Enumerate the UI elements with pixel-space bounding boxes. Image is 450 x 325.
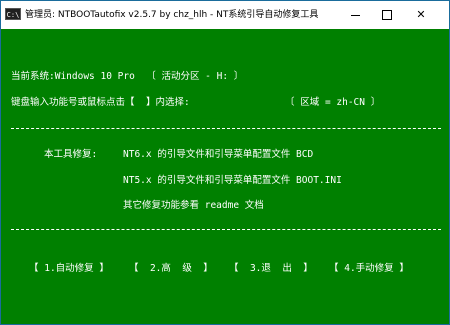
console-window: C:\ 管理员: NTBOOTautofix v2.5.7 by chz_hlh…	[0, 0, 450, 325]
current-system-line: 当前系统:Windows 10 Pro 〔 活动分区 - H: 〕	[11, 71, 244, 82]
maximize-button[interactable]	[371, 1, 403, 29]
menu-auto-repair[interactable]: 【 1.自动修复 】	[29, 263, 109, 275]
menu-exit[interactable]: 【 3.退 出 】	[229, 263, 313, 275]
menu-advanced[interactable]: 【 2.高 级 】	[129, 263, 213, 275]
maximize-icon	[382, 10, 392, 20]
title-bar[interactable]: C:\ 管理员: NTBOOTautofix v2.5.7 by chz_hlh…	[1, 1, 449, 29]
close-icon: ✕	[416, 8, 426, 21]
console-app-icon: C:\	[5, 8, 21, 20]
menu-manual-repair[interactable]: 【 4.手动修复 】	[329, 263, 409, 275]
close-button[interactable]: ✕	[405, 1, 437, 29]
minimize-button[interactable]	[339, 1, 371, 29]
minimize-icon	[350, 14, 360, 16]
repair-label: 本工具修复:	[44, 149, 98, 160]
repair-other-line: 其它修复功能参看 readme 文档	[123, 200, 264, 211]
separator-top	[11, 128, 441, 129]
separator-bottom	[11, 229, 441, 230]
region-info: 〔 区域 = zh-CN 〕	[285, 97, 381, 108]
repair-nt6-line: NT6.x 的引导文件和引导菜单配置文件 BCD	[123, 149, 314, 160]
console-area: 当前系统:Windows 10 Pro 〔 活动分区 - H: 〕 键盘输入功能…	[1, 29, 449, 324]
window-title: 管理员: NTBOOTautofix v2.5.7 by chz_hlh - N…	[25, 10, 319, 20]
repair-nt5-line: NT5.x 的引导文件和引导菜单配置文件 BOOT.INI	[123, 175, 342, 186]
input-prompt: 键盘输入功能号或鼠标点击【 】内选择:	[11, 97, 190, 108]
